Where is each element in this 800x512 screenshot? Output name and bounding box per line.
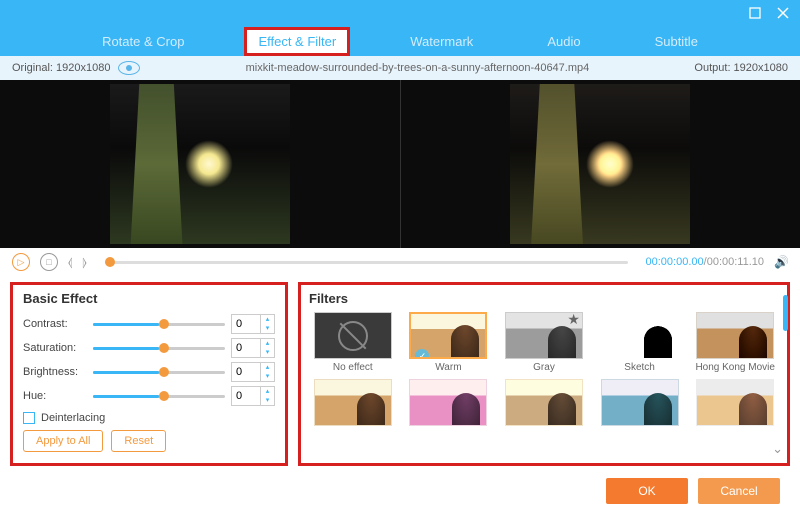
filter-warm[interactable]: ✓Warm xyxy=(405,312,493,373)
brightness-up[interactable]: ▴ xyxy=(261,363,274,372)
filter-no-effect[interactable]: No effect xyxy=(309,312,397,373)
basic-effect-panel: Basic Effect Contrast: ▴▾ Saturation: ▴▾… xyxy=(10,282,288,466)
video-thumb-output xyxy=(510,84,690,244)
filename-label: mixkit-meadow-surrounded-by-trees-on-a-s… xyxy=(140,62,694,74)
playback-controls: ▷ □ ⦉ ⦊ 00:00:00.00/00:00:11.10 🔊 xyxy=(0,248,800,276)
cancel-button[interactable]: Cancel xyxy=(698,478,780,504)
filter-row2-3[interactable] xyxy=(500,379,588,429)
basic-effect-heading: Basic Effect xyxy=(23,291,275,306)
original-resolution: Original: 1920x1080 xyxy=(12,62,110,74)
tab-audio[interactable]: Audio xyxy=(535,29,592,54)
chevron-down-icon[interactable]: ⌄ xyxy=(772,441,783,457)
seek-knob[interactable] xyxy=(105,257,115,267)
tab-subtitle[interactable]: Subtitle xyxy=(643,29,710,54)
play-button[interactable]: ▷ xyxy=(12,253,30,271)
filter-row2-2[interactable] xyxy=(405,379,493,429)
filters-heading: Filters xyxy=(309,291,779,306)
checkbox-icon xyxy=(23,412,35,424)
brightness-down[interactable]: ▾ xyxy=(261,372,274,381)
tab-rotate-crop[interactable]: Rotate & Crop xyxy=(90,29,196,54)
volume-icon[interactable]: 🔊 xyxy=(774,255,788,269)
time-display: 00:00:00.00/00:00:11.10 xyxy=(646,256,764,268)
hue-input[interactable] xyxy=(232,390,260,402)
contrast-slider[interactable] xyxy=(93,323,225,326)
tab-effect-filter[interactable]: Effect & Filter xyxy=(246,29,348,54)
filter-row2-5[interactable] xyxy=(691,379,779,429)
output-resolution: Output: 1920x1080 xyxy=(694,62,788,74)
filter-row2-1[interactable] xyxy=(309,379,397,429)
filter-row2-4[interactable] xyxy=(596,379,684,429)
compare-icon[interactable] xyxy=(118,61,140,75)
brightness-slider[interactable] xyxy=(93,371,225,374)
contrast-label: Contrast: xyxy=(23,318,87,330)
ok-button[interactable]: OK xyxy=(606,478,688,504)
filters-scrollbar[interactable] xyxy=(783,295,788,331)
preview-area xyxy=(0,80,800,248)
preview-output xyxy=(400,80,800,248)
filters-panel: Filters No effect ✓Warm ★Gray Sketch Hon… xyxy=(298,282,790,466)
footer: OK Cancel xyxy=(0,470,800,512)
star-icon: ★ xyxy=(567,312,580,328)
hue-up[interactable]: ▴ xyxy=(261,387,274,396)
brightness-label: Brightness: xyxy=(23,366,87,378)
brightness-input[interactable] xyxy=(232,366,260,378)
tabs-bar: Rotate & Crop Effect & Filter Watermark … xyxy=(0,26,800,56)
reset-button[interactable]: Reset xyxy=(111,430,166,452)
filter-gray[interactable]: ★Gray xyxy=(500,312,588,373)
close-button[interactable] xyxy=(776,6,790,20)
filter-hong-kong-movie[interactable]: Hong Kong Movie xyxy=(691,312,779,373)
deinterlacing-checkbox[interactable]: Deinterlacing xyxy=(23,412,275,424)
video-thumb-original xyxy=(110,84,290,244)
hue-down[interactable]: ▾ xyxy=(261,396,274,405)
hue-slider[interactable] xyxy=(93,395,225,398)
tab-watermark[interactable]: Watermark xyxy=(398,29,485,54)
info-bar: Original: 1920x1080 mixkit-meadow-surrou… xyxy=(0,56,800,80)
contrast-input[interactable] xyxy=(232,318,260,330)
apply-to-all-button[interactable]: Apply to All xyxy=(23,430,103,452)
next-frame-button[interactable]: ⦊ xyxy=(82,255,86,270)
saturation-input[interactable] xyxy=(232,342,260,354)
contrast-up[interactable]: ▴ xyxy=(261,315,274,324)
saturation-up[interactable]: ▴ xyxy=(261,339,274,348)
stop-button[interactable]: □ xyxy=(40,253,58,271)
titlebar xyxy=(0,0,800,26)
saturation-label: Saturation: xyxy=(23,342,87,354)
hue-label: Hue: xyxy=(23,390,87,402)
preview-original xyxy=(0,80,400,248)
filter-sketch[interactable]: Sketch xyxy=(596,312,684,373)
saturation-slider[interactable] xyxy=(93,347,225,350)
prev-frame-button[interactable]: ⦉ xyxy=(68,255,72,270)
saturation-down[interactable]: ▾ xyxy=(261,348,274,357)
seek-bar[interactable] xyxy=(105,261,628,264)
contrast-down[interactable]: ▾ xyxy=(261,324,274,333)
check-icon: ✓ xyxy=(415,349,429,359)
minimize-button[interactable] xyxy=(748,6,762,20)
